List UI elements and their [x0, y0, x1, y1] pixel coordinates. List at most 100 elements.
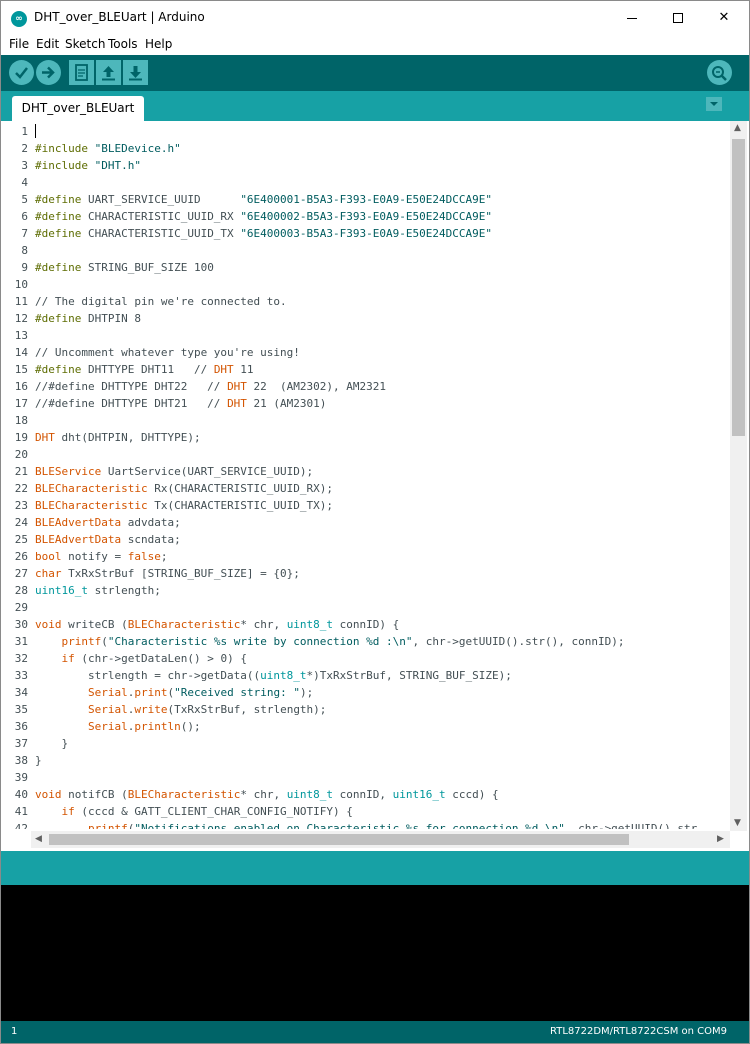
- vertical-scroll-thumb[interactable]: [732, 139, 745, 436]
- line-number: 27: [14, 567, 28, 580]
- serial-monitor-button[interactable]: [707, 60, 732, 85]
- code-line: 29: [1, 599, 729, 616]
- line-number: 9: [21, 261, 28, 274]
- code-line: 19 DHT dht(DHTPIN, DHTTYPE);: [1, 429, 729, 446]
- code-line: 27 char TxRxStrBuf [STRING_BUF_SIZE] = {0…: [1, 565, 729, 582]
- vertical-scrollbar[interactable]: ▲ ▼: [730, 121, 747, 831]
- line-number: 2: [21, 142, 28, 155]
- line-number: 5: [21, 193, 28, 206]
- code-text: #define CHARACTERISTIC_UUID_RX "6E400002…: [35, 210, 492, 223]
- code-line: 42 printf("Notifications enabled on Char…: [1, 820, 729, 829]
- code-line: 5 #define UART_SERVICE_UUID "6E400001-B5A…: [1, 191, 729, 208]
- minimize-button[interactable]: [609, 1, 655, 35]
- line-number: 36: [14, 720, 28, 733]
- horizontal-scrollbar[interactable]: ◀ ▶: [31, 831, 730, 848]
- code-text: if (cccd & GATT_CLIENT_CHAR_CONFIG_NOTIF…: [61, 805, 353, 818]
- line-number: 8: [21, 244, 28, 257]
- code-line: 30 void writeCB (BLECharacteristic* chr, …: [1, 616, 729, 633]
- code-text: //#define DHTTYPE DHT22 // DHT 22 (AM230…: [35, 380, 387, 393]
- line-number: 28: [14, 584, 28, 597]
- save-icon: [129, 66, 142, 81]
- code-text: #include "BLEDevice.h": [35, 142, 181, 155]
- maximize-button[interactable]: [655, 1, 701, 35]
- line-number: 30: [14, 618, 28, 631]
- horizontal-scroll-thumb[interactable]: [49, 834, 629, 845]
- code-area[interactable]: 1 2 #include "BLEDevice.h" 3 #include "DHT.h…: [1, 123, 729, 829]
- code-line: 8: [1, 242, 729, 259]
- menu-help[interactable]: Help: [145, 37, 172, 51]
- line-number: 23: [14, 499, 28, 512]
- code-line: 18: [1, 412, 729, 429]
- open-icon: [102, 66, 115, 81]
- line-number: 14: [14, 346, 28, 359]
- line-number: 26: [14, 550, 28, 563]
- code-text: DHT dht(DHTPIN, DHTTYPE);: [35, 431, 201, 444]
- code-line: 36 Serial.println();: [1, 718, 729, 735]
- save-button[interactable]: [123, 60, 148, 85]
- code-text: bool notify = false;: [35, 550, 168, 563]
- scroll-down-arrow-icon[interactable]: ▼: [734, 818, 741, 828]
- code-line: 40 void notifCB (BLECharacteristic* chr, …: [1, 786, 729, 803]
- line-number: 15: [14, 363, 28, 376]
- code-editor[interactable]: 1 2 #include "BLEDevice.h" 3 #include "DHT.h…: [1, 121, 749, 831]
- line-number: 21: [14, 465, 28, 478]
- code-line: 38}: [1, 752, 729, 769]
- scroll-left-arrow-icon[interactable]: ◀: [35, 834, 42, 844]
- current-line-number: 1: [11, 1026, 18, 1037]
- code-line: 13: [1, 327, 729, 344]
- line-number: 22: [14, 482, 28, 495]
- upload-button[interactable]: [36, 60, 61, 85]
- code-text: strlength = chr->getData((uint8_t*)TxRxS…: [35, 669, 512, 682]
- code-line: 20: [1, 446, 729, 463]
- line-number: 40: [14, 788, 28, 801]
- scroll-up-arrow-icon[interactable]: ▲: [734, 123, 741, 133]
- menu-tools[interactable]: Tools: [108, 37, 138, 51]
- new-sketch-button[interactable]: [69, 60, 94, 85]
- menu-file[interactable]: File: [9, 37, 29, 51]
- code-text: printf("Notifications enabled on Charact…: [87, 822, 698, 829]
- code-text: char TxRxStrBuf [STRING_BUF_SIZE] = {0};: [35, 567, 300, 580]
- code-line: 2 #include "BLEDevice.h": [1, 140, 729, 157]
- code-line: 32 if (chr->getDataLen() > 0) {: [1, 650, 729, 667]
- open-button[interactable]: [96, 60, 121, 85]
- code-text: #define STRING_BUF_SIZE 100: [35, 261, 214, 274]
- text-cursor: [35, 124, 36, 138]
- verify-icon: [15, 67, 28, 79]
- line-number: 17: [14, 397, 28, 410]
- line-number: 1: [21, 125, 28, 138]
- code-text: #define DHTPIN 8: [35, 312, 141, 325]
- code-text: BLEAdvertData advdata;: [35, 516, 181, 529]
- scroll-right-arrow-icon[interactable]: ▶: [717, 834, 724, 844]
- code-text: Serial.print("Received string: ");: [87, 686, 314, 699]
- line-number: 3: [21, 159, 28, 172]
- code-line: 33 strlength = chr->getData((uint8_t*)Tx…: [1, 667, 729, 684]
- line-number: 20: [14, 448, 28, 461]
- verify-button[interactable]: [9, 60, 34, 85]
- close-button[interactable]: ✕: [701, 1, 747, 35]
- menu-edit[interactable]: Edit: [36, 37, 59, 51]
- code-line: 11 // The digital pin we're connected to.: [1, 293, 729, 310]
- line-number: 31: [14, 635, 28, 648]
- board-port-info: RTL8722DM/RTL8722CSM on COM9: [549, 1026, 727, 1037]
- maximize-icon: [673, 13, 683, 23]
- line-number: 38: [14, 754, 28, 767]
- code-line: 7 #define CHARACTERISTIC_UUID_TX "6E40000…: [1, 225, 729, 242]
- title-bar: ∞ DHT_over_BLEUart | Arduino ✕: [1, 1, 749, 35]
- line-number: 11: [14, 295, 28, 308]
- code-line: 28 uint16_t strlength;: [1, 582, 729, 599]
- code-line: 34 Serial.print("Received string: ");: [1, 684, 729, 701]
- code-text: #define CHARACTERISTIC_UUID_TX "6E400003…: [35, 227, 492, 240]
- tab-dht-over-bleuart[interactable]: DHT_over_BLEUart: [12, 96, 144, 121]
- line-number: 7: [21, 227, 28, 240]
- line-number: 12: [14, 312, 28, 325]
- code-line: 15 #define DHTTYPE DHT11 // DHT 11: [1, 361, 729, 378]
- code-text: #include "DHT.h": [35, 159, 141, 172]
- tab-menu-button[interactable]: [706, 97, 722, 111]
- console-output[interactable]: [1, 885, 749, 1021]
- line-number: 6: [21, 210, 28, 223]
- line-number: 41: [14, 805, 28, 818]
- upload-icon: [42, 66, 55, 79]
- menu-sketch[interactable]: Sketch: [65, 37, 105, 51]
- tab-row: DHT_over_BLEUart: [1, 91, 749, 121]
- line-number: 37: [14, 737, 28, 750]
